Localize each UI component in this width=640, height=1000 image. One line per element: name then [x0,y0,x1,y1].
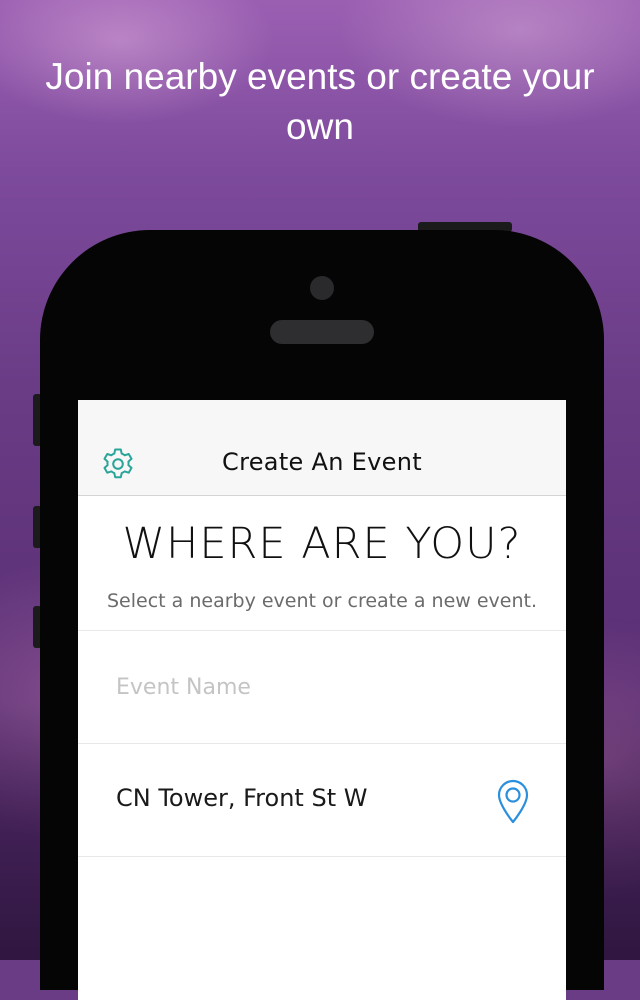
location-pin-icon[interactable] [496,778,530,824]
event-name-row [78,631,566,743]
phone-speaker [270,320,374,344]
nav-bar: Create An Event [78,400,566,496]
nav-title: Create An Event [222,448,422,476]
divider [78,856,566,857]
location-text: CN Tower, Front St W [116,784,368,812]
phone-frame: Create An Event WHERE ARE YOU? Select a … [40,230,604,1000]
app-screen: Create An Event WHERE ARE YOU? Select a … [78,400,566,1000]
hero-subtitle: Select a nearby event or create a new ev… [107,590,537,612]
hero-title: WHERE ARE YOU? [122,519,522,569]
promo-headline: Join nearby events or create your own [45,56,595,147]
event-name-input[interactable] [116,667,528,707]
hero-section: WHERE ARE YOU? Select a nearby event or … [78,496,566,612]
phone-camera [310,276,334,300]
location-row[interactable]: CN Tower, Front St W [78,744,566,856]
